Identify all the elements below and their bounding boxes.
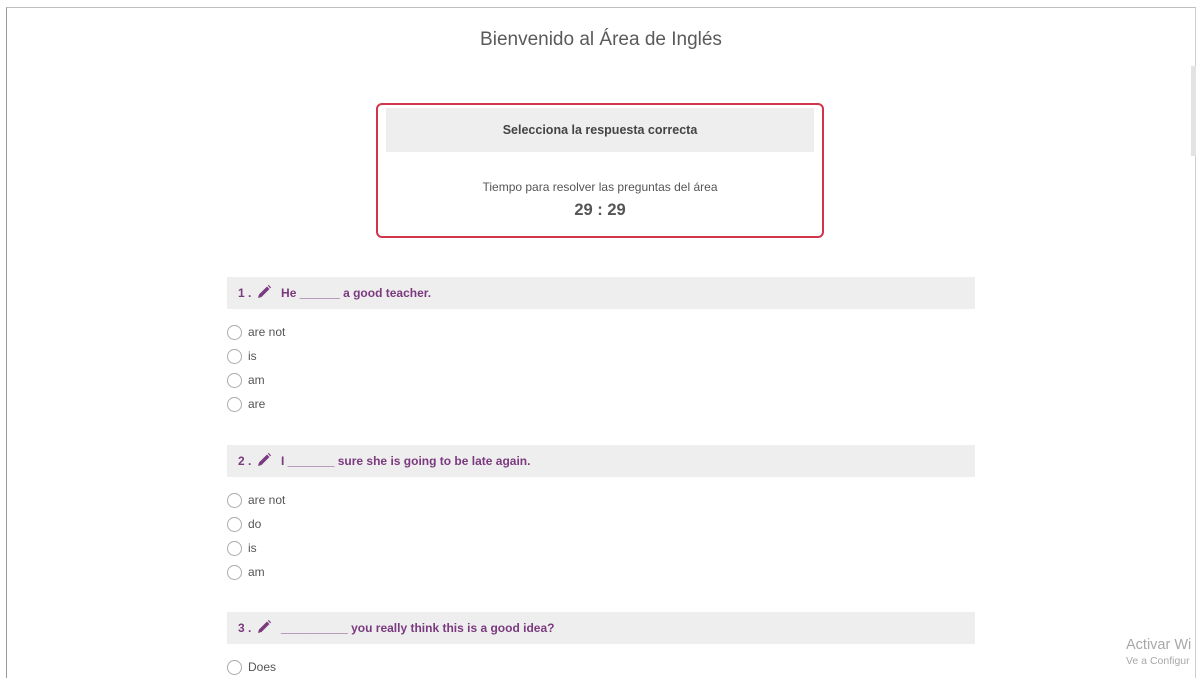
option-label: am [248,565,265,579]
scrollbar[interactable] [1188,8,1196,678]
option-label: are [248,397,266,411]
option-item[interactable]: do [227,512,975,536]
question-text: __________ you really think this is a go… [281,621,555,635]
option-label: Does [248,660,277,674]
option-item[interactable]: is [227,344,975,368]
question-1: 1 . He ______ a good teacher. are not is… [227,277,975,416]
question-header: 1 . He ______ a good teacher. [227,277,975,309]
option-item[interactable]: Does [227,655,975,679]
windows-activation-watermark: Activar Wi Ve a Configur [1126,637,1191,667]
radio-button[interactable] [227,492,242,508]
radio-button[interactable] [227,348,242,364]
page-title: Bienvenido al Área de Inglés [480,29,722,50]
option-item[interactable]: are not [227,488,975,512]
instructions-heading: Selecciona la respuesta correcta [386,108,814,152]
option-label: is [248,349,257,363]
question-number: 2 . [238,454,252,468]
radio-button[interactable] [227,396,242,412]
option-label: do [248,517,262,531]
option-label: are not [248,493,286,507]
pencil-icon [256,280,272,312]
radio-button[interactable] [227,324,242,340]
option-label: is [248,541,257,555]
timer-label: Tiempo para resolver las preguntas del á… [482,180,718,194]
question-2: 2 . I _______ sure she is going to be la… [227,445,975,584]
option-item[interactable]: am [227,560,975,584]
options-list: Does [227,655,975,679]
timer-value: 29 : 29 [574,201,626,219]
radio-button[interactable] [227,659,242,675]
question-number: 3 . [238,621,252,635]
pencil-icon [256,615,272,647]
radio-button[interactable] [227,372,242,388]
question-header: 3 . __________ you really think this is … [227,612,975,644]
pencil-icon [256,448,272,480]
instructions-panel: Selecciona la respuesta correcta Tiempo … [376,103,824,238]
question-text: He ______ a good teacher. [281,286,432,300]
question-header: 2 . I _______ sure she is going to be la… [227,445,975,477]
option-item[interactable]: are not [227,320,975,344]
option-label: are not [248,325,286,339]
options-list: are not do is am [227,488,975,584]
option-item[interactable]: am [227,368,975,392]
option-item[interactable]: is [227,536,975,560]
option-label: am [248,373,265,387]
watermark-line-1: Activar Wi [1126,637,1192,653]
radio-button[interactable] [227,516,242,532]
options-list: are not is am are [227,320,975,416]
question-3: 3 . __________ you really think this is … [227,612,975,679]
option-item[interactable]: are [227,392,975,416]
watermark-line-2: Ve a Configur [1126,655,1190,667]
radio-button[interactable] [227,564,242,580]
question-number: 1 . [238,286,252,300]
question-text: I _______ sure she is going to be late a… [281,454,531,468]
radio-button[interactable] [227,540,242,556]
scrollbar-thumb[interactable] [1191,66,1196,156]
